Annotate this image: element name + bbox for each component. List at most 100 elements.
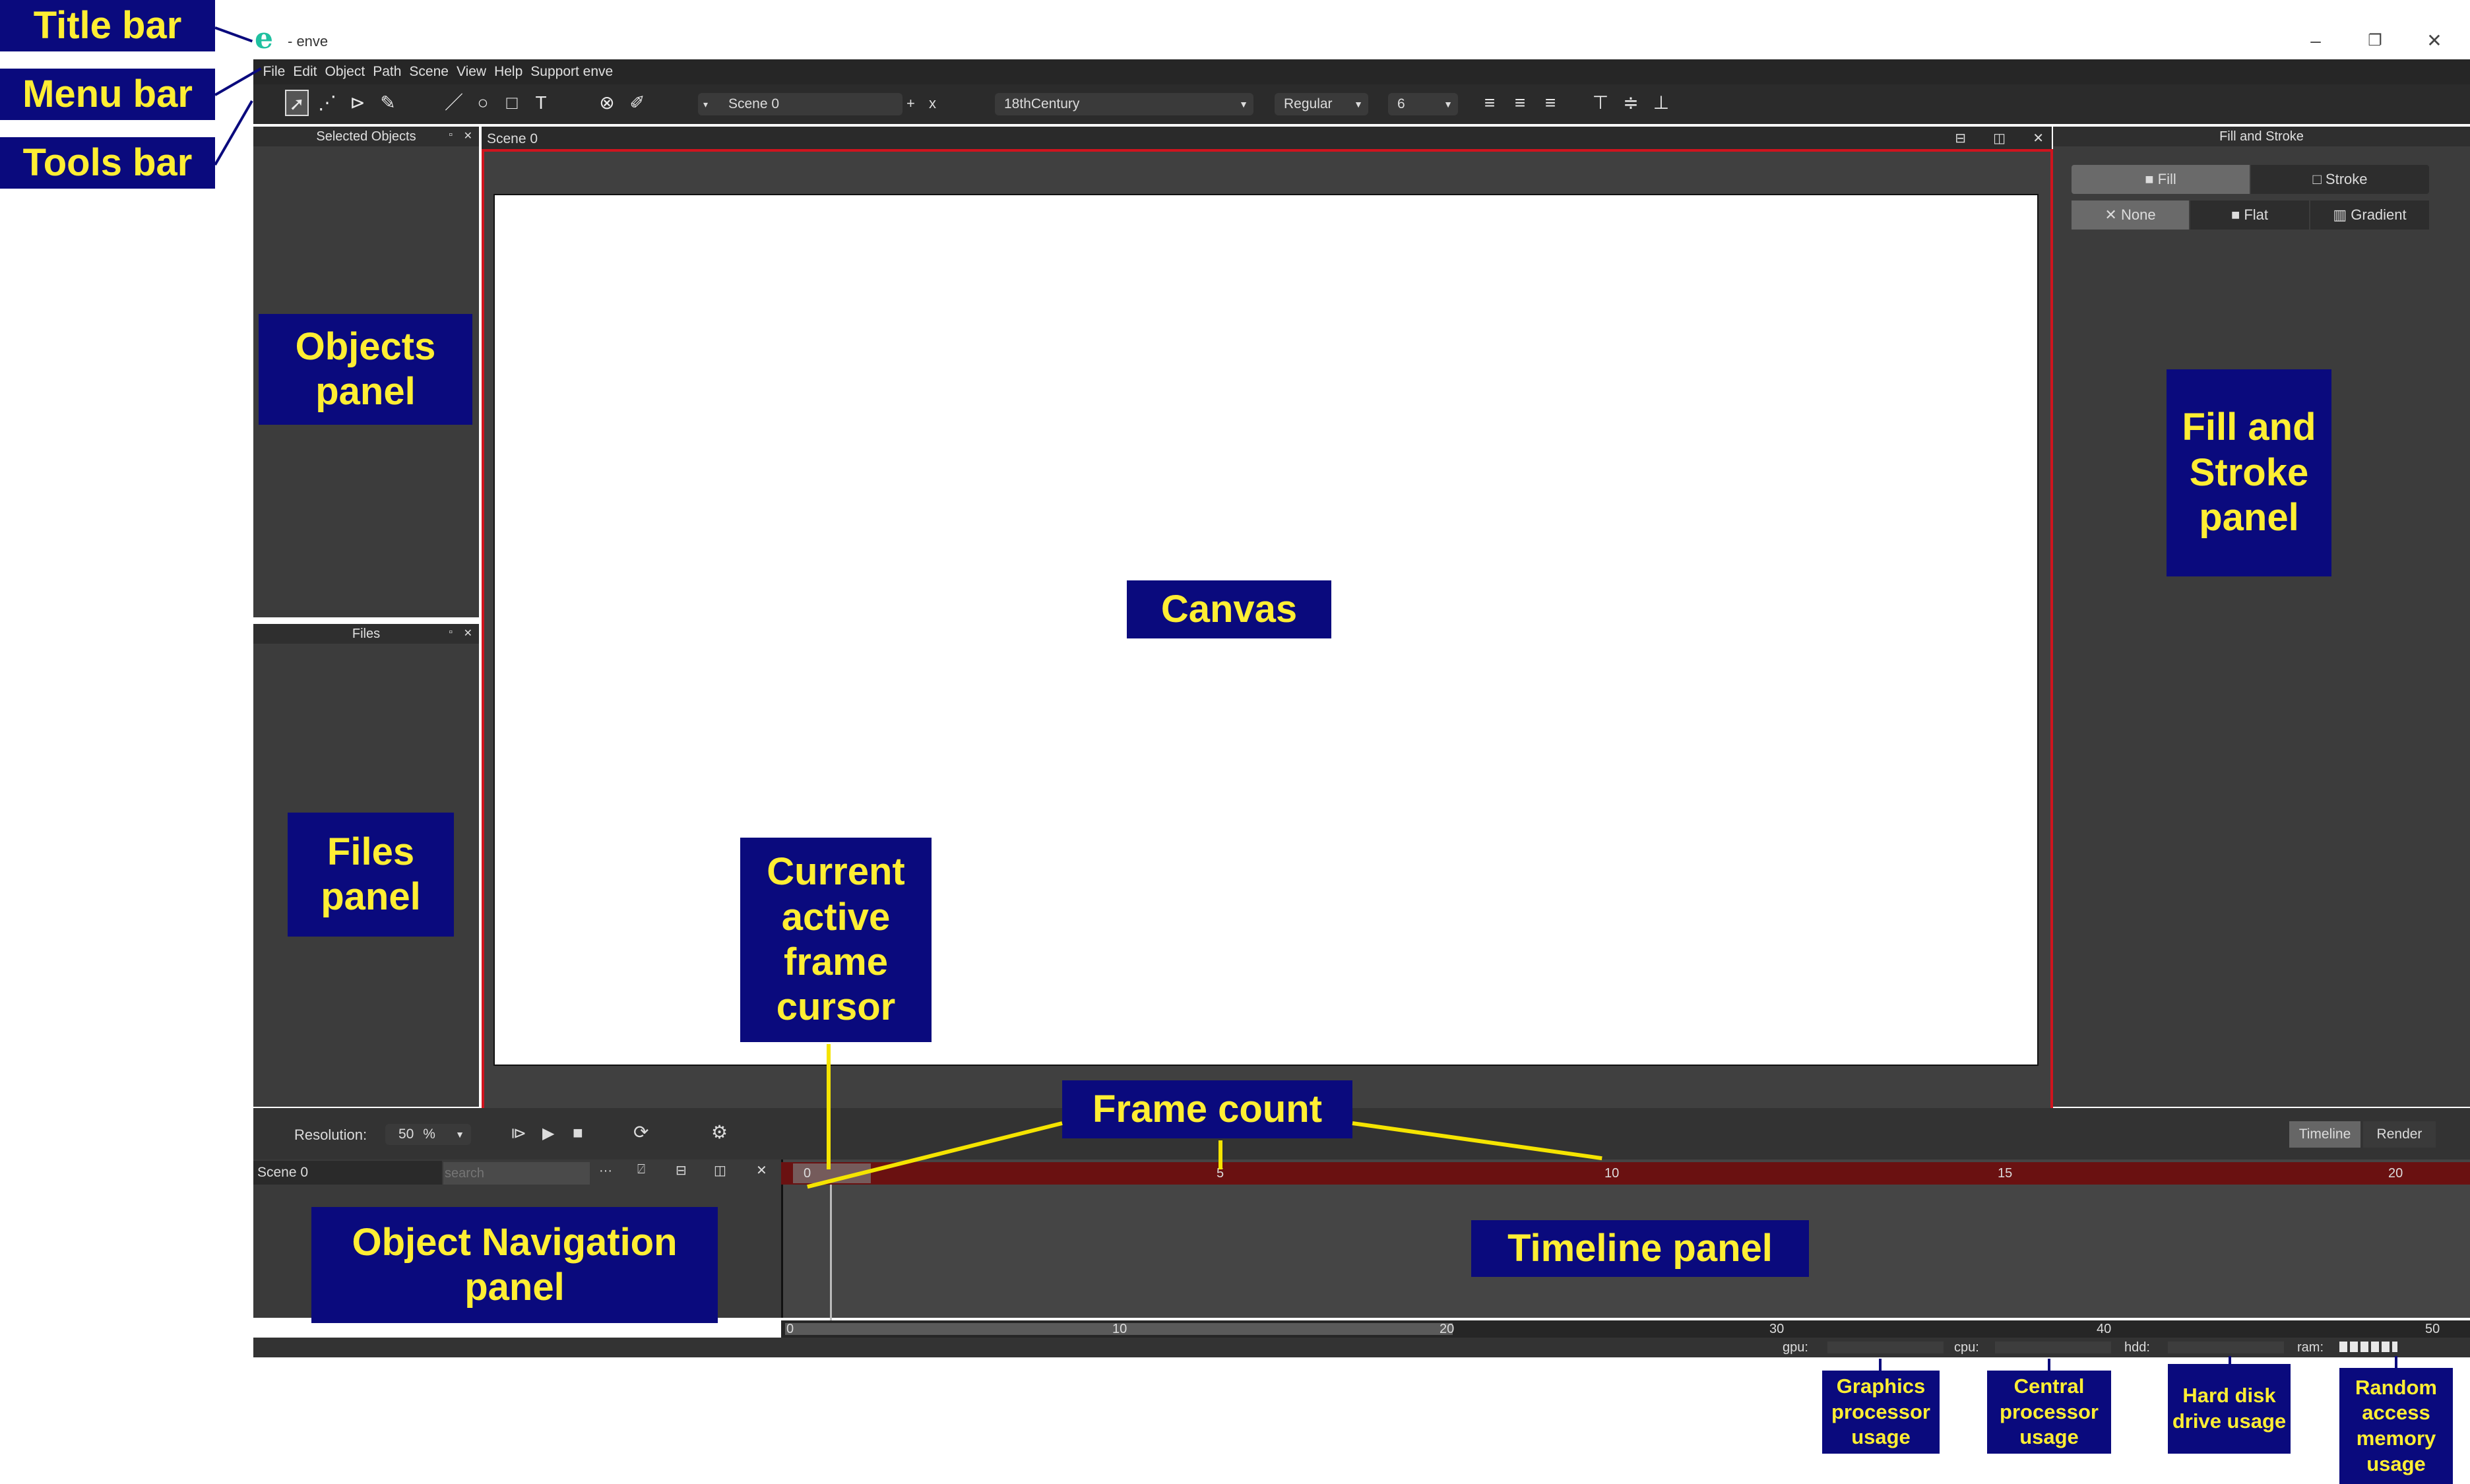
font-size-select[interactable]: 6 ▼ [1388,93,1458,115]
pointer-line [2229,1356,2231,1367]
timeline-tab[interactable]: Timeline [2289,1121,2360,1148]
restore-button[interactable]: ❐ [2355,25,2395,57]
close-objects-panel-icon[interactable]: ✕ [464,129,472,142]
current-frame-cursor[interactable] [830,1185,832,1323]
flat-icon: ■ [2231,206,2244,223]
settings-icon[interactable]: ⚙ [711,1121,728,1143]
play-from-start-icon[interactable]: ⧐ [511,1124,526,1143]
float-files-panel-icon[interactable]: ▫ [449,627,453,638]
menu-edit[interactable]: Edit [289,59,321,84]
callout-files-panel: Files panel [288,813,454,937]
fill-tab[interactable]: ■ Fill [2072,165,2250,194]
resolution-select[interactable]: 50 % ▼ [385,1124,471,1145]
callout-current-frame: Current active frame cursor [740,838,932,1042]
range-tick: 50 [2425,1322,2440,1336]
circle-tool-icon[interactable]: ○ [471,90,495,116]
select-tool-icon[interactable]: ➚ [285,90,309,116]
frame-tick: 15 [1998,1166,2013,1181]
rectangle-tool-icon[interactable]: □ [500,90,524,116]
nav-scene-name: Scene 0 [253,1161,442,1185]
add-scene-button[interactable]: + [906,95,915,112]
nav-split-vertical-icon[interactable]: ◫ [714,1162,726,1179]
menu-object[interactable]: Object [321,59,369,84]
pointer-line [2395,1356,2397,1371]
fill-none-button[interactable]: ✕ None [2072,201,2189,230]
hdd-usage-bar [2168,1342,2284,1353]
pointer-line [827,1044,831,1169]
fill-stroke-header: Fill and Stroke [2053,127,2470,146]
pointer-line [214,100,253,166]
title-bar [0,20,2470,59]
menu-file[interactable]: File [259,59,289,84]
cpu-label: cpu: [1954,1340,1979,1355]
range-tick: 40 [2097,1322,2112,1336]
selected-objects-header: Selected Objects [253,127,479,146]
nav-close-icon[interactable]: ✕ [756,1162,767,1179]
align-bottom-icon[interactable]: ⊥ [1649,90,1673,116]
enve-logo-icon: e [255,22,273,55]
callout-fill-stroke-panel: Fill and Stroke panel [2167,369,2331,576]
ram-label: ram: [2297,1340,2324,1355]
float-objects-panel-icon[interactable]: ▫ [449,129,453,141]
stroke-tab[interactable]: □ Stroke [2251,165,2429,194]
align-left-icon[interactable]: ≡ [1478,90,1502,116]
scene-name: Scene 0 [728,96,780,111]
nav-split-horizontal-icon[interactable]: ⊟ [676,1162,687,1179]
point-tool-icon[interactable]: ⋰ [315,90,339,116]
menu-view[interactable]: View [453,59,490,84]
menu-support[interactable]: Support enve [526,59,617,84]
frame-tick: 10 [1604,1166,1620,1181]
menu-help[interactable]: Help [490,59,526,84]
null-object-tool-icon[interactable]: ⊗ [595,90,619,116]
frame-tick: 20 [2388,1166,2403,1181]
align-top-icon[interactable]: ⊤ [1589,90,1612,116]
nav-search-input[interactable] [443,1162,590,1185]
callout-cpu: Central processor usage [1987,1371,2111,1454]
align-right-icon[interactable]: ≡ [1538,90,1562,116]
fill-flat-button[interactable]: ■ Flat [2190,201,2309,230]
window-title: - enve [288,33,329,49]
font-family-value: 18thCentury [1004,96,1080,111]
text-tool-icon[interactable]: T [529,90,553,116]
split-horizontal-icon[interactable]: ⊟ [1955,130,1966,146]
close-canvas-icon[interactable]: ✕ [2033,130,2044,146]
filter-icon[interactable]: ⍁ [637,1162,645,1177]
font-style-select[interactable]: Regular ▼ [1275,93,1368,115]
callout-timeline-panel: Timeline panel [1471,1220,1809,1277]
draw-path-tool-icon[interactable]: ✎ [376,90,400,116]
font-family-select[interactable]: 18thCentury ▼ [995,93,1253,115]
loop-icon[interactable]: ⟳ [633,1121,649,1143]
close-window-button[interactable]: ✕ [2415,25,2454,57]
close-files-panel-icon[interactable]: ✕ [464,627,472,640]
frame-ruler[interactable] [781,1162,2470,1185]
render-tab[interactable]: Render [2363,1121,2436,1148]
menu-scene[interactable]: Scene [405,59,453,84]
gpu-label: gpu: [1783,1340,1808,1355]
pointer-line [1219,1140,1222,1169]
fill-gradient-button[interactable]: ▥ Gradient [2310,201,2429,230]
align-center-icon[interactable]: ≡ [1508,90,1532,116]
remove-scene-button[interactable]: x [929,95,936,112]
minimize-button[interactable]: – [2296,25,2335,57]
fill-swatch-icon: ■ [2145,171,2158,187]
menu-bar: File Edit Object Path Scene View Help Support e… [253,59,2470,84]
scene-selector[interactable]: ▾ Scene 0 [698,93,902,115]
fill-stroke-panel: Fill and Stroke [2053,127,2470,1107]
stroke-swatch-icon: □ [2312,171,2326,187]
stop-icon[interactable]: ■ [573,1123,583,1143]
font-size-value: 6 [1397,96,1405,111]
callout-hdd: Hard disk drive usage [2168,1364,2291,1454]
play-icon[interactable]: ▶ [542,1124,554,1143]
canvas-scene-tab[interactable]: Scene 0 [487,131,538,147]
callout-frame-count: Frame count [1062,1080,1352,1138]
brush-tool-icon[interactable]: ／ [442,90,466,116]
add-point-tool-icon[interactable]: ⊳ [346,90,369,116]
cpu-usage-bar [1995,1342,2111,1353]
align-middle-icon[interactable]: ≑ [1619,90,1643,116]
font-style-value: Regular [1284,96,1333,111]
menu-path[interactable]: Path [369,59,405,84]
picker-tool-icon[interactable]: ✐ [625,90,649,116]
more-options-icon[interactable]: ··· [599,1163,612,1179]
split-vertical-icon[interactable]: ◫ [1993,130,2006,146]
callout-menu-bar: Menu bar [0,69,215,120]
